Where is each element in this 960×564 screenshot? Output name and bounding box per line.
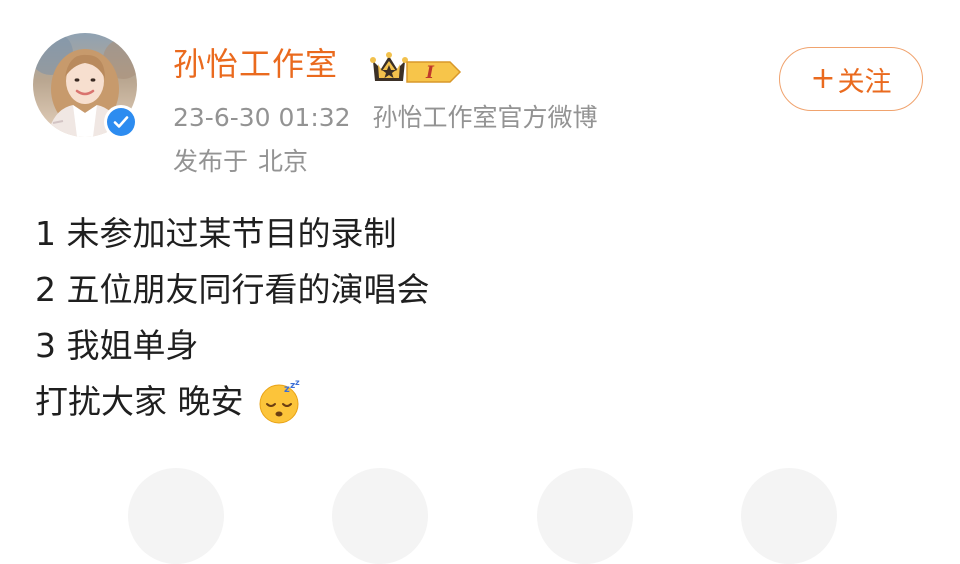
follow-button[interactable]: + 关注 (779, 47, 923, 111)
post-line: 2 五位朋友同行看的演唱会 (35, 270, 430, 309)
svg-text:z: z (295, 379, 300, 387)
location-city: 北京 (258, 147, 309, 176)
sleeping-face-icon: z z z (256, 378, 302, 425)
post-source[interactable]: 孙怡工作室官方微博 (373, 103, 598, 132)
username[interactable]: 孙怡工作室 (173, 44, 338, 84)
plus-icon: + (810, 61, 836, 96)
post-line: 3 我姐单身 (35, 326, 199, 365)
post-meta: 23-6-30 01:32 孙怡工作室官方微博 (173, 102, 598, 134)
post-line-text: 打扰大家 晚安 (35, 382, 244, 421)
location-prefix: 发布于 (173, 147, 249, 176)
post-line: 1 未参加过某节目的录制 (35, 214, 397, 253)
post-timestamp: 23-6-30 01:32 (173, 103, 351, 132)
post-location: 发布于 北京 (173, 146, 308, 178)
follow-button-label: 关注 (837, 66, 892, 98)
vip-level-text: I (425, 63, 435, 83)
verified-badge (104, 105, 138, 139)
action-button[interactable] (741, 468, 837, 564)
vip-crown-icon[interactable]: I (370, 50, 466, 86)
action-button[interactable] (128, 468, 224, 564)
verified-check-icon (107, 108, 135, 136)
post-content: 1 未参加过某节目的录制 2 五位朋友同行看的演唱会 3 我姐单身 打扰大家 晚… (35, 206, 430, 430)
action-button[interactable] (537, 468, 633, 564)
post-line-last: 打扰大家 晚安 z z z (35, 374, 430, 430)
action-button[interactable] (332, 468, 428, 564)
